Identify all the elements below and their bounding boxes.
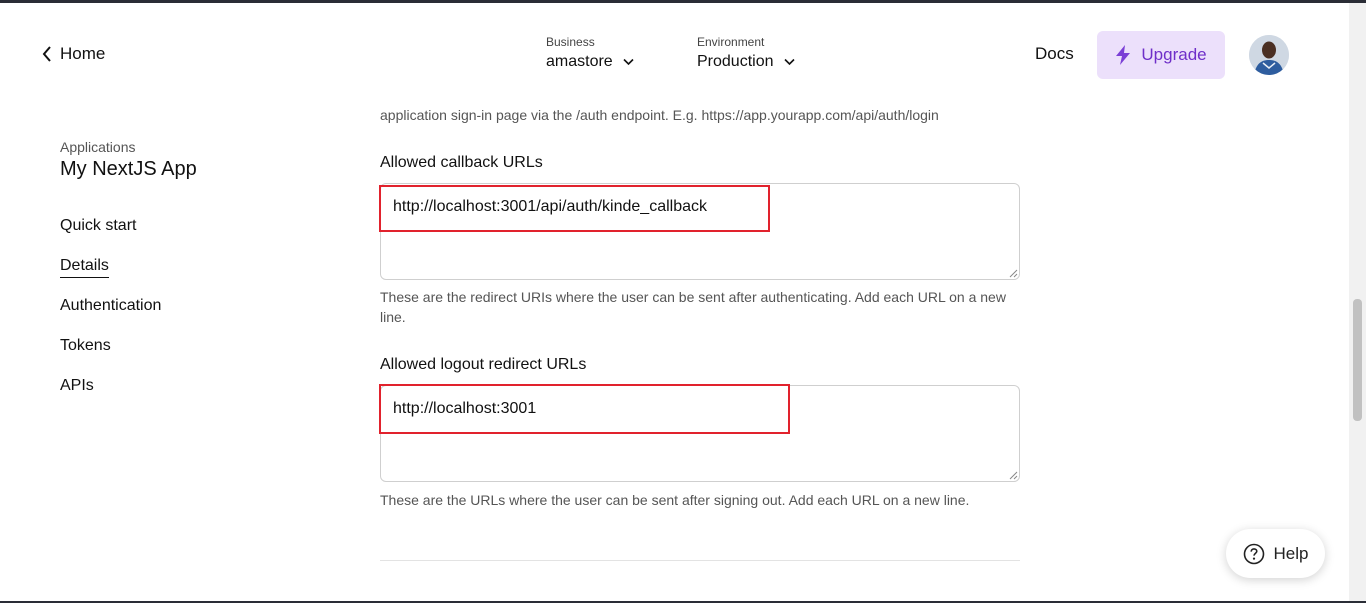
resize-grip-icon[interactable] xyxy=(1008,470,1018,480)
user-avatar[interactable] xyxy=(1249,35,1289,75)
logout-urls-textarea[interactable]: http://localhost:3001 xyxy=(380,385,1020,482)
section-divider xyxy=(380,560,1020,561)
business-value: amastore xyxy=(546,53,613,70)
logout-urls-value: http://localhost:3001 xyxy=(393,400,537,417)
resize-grip-icon[interactable] xyxy=(1008,268,1018,278)
logout-urls-help: These are the URLs where the user can be… xyxy=(380,492,970,508)
help-button[interactable]: Help xyxy=(1226,529,1325,578)
sidebar-item-authentication[interactable]: Authentication xyxy=(60,296,161,336)
callback-urls-help: These are the redirect URIs where the us… xyxy=(380,289,1006,325)
sidebar-item-label: Authentication xyxy=(60,297,162,314)
logout-urls-label: Allowed logout redirect URLs xyxy=(380,356,587,373)
sidebar-item-label: Tokens xyxy=(60,337,111,354)
sidebar-item-label: APIs xyxy=(60,377,94,394)
sidebar-nav: Quick start Details Authentication Token… xyxy=(60,216,161,416)
callback-urls-value: http://localhost:3001/api/auth/kinde_cal… xyxy=(393,198,707,215)
avatar-image xyxy=(1249,35,1289,75)
help-label: Help xyxy=(1273,543,1309,563)
chevron-left-icon xyxy=(42,46,51,62)
back-home-label: Home xyxy=(60,44,106,63)
page-scrollbar[interactable] xyxy=(1349,3,1366,601)
sidebar-item-details[interactable]: Details xyxy=(60,256,161,296)
callback-urls-textarea[interactable]: http://localhost:3001/api/auth/kinde_cal… xyxy=(380,183,1020,280)
sidebar-section-label: Applications xyxy=(60,139,136,155)
scrollbar-thumb[interactable] xyxy=(1353,299,1362,421)
sidebar-item-tokens[interactable]: Tokens xyxy=(60,336,161,376)
back-home-link[interactable]: Home xyxy=(42,44,105,64)
environment-switcher[interactable]: Environment Production xyxy=(697,35,795,71)
business-switcher[interactable]: Business amastore xyxy=(546,35,634,71)
upgrade-label: Upgrade xyxy=(1141,45,1207,64)
chevron-down-icon xyxy=(623,58,634,66)
environment-value: Production xyxy=(697,53,774,70)
lightning-icon xyxy=(1116,45,1131,65)
app-name: My NextJS App xyxy=(60,158,197,180)
intro-text: application sign-in page via the /auth e… xyxy=(380,107,939,123)
sidebar-item-quick-start[interactable]: Quick start xyxy=(60,216,161,256)
upgrade-button[interactable]: Upgrade xyxy=(1097,31,1225,79)
help-circle-icon xyxy=(1243,543,1264,564)
sidebar-item-label: Details xyxy=(60,257,109,278)
top-border xyxy=(0,0,1366,3)
sidebar-item-apis[interactable]: APIs xyxy=(60,376,161,416)
callback-urls-label: Allowed callback URLs xyxy=(380,154,543,171)
business-label: Business xyxy=(546,35,595,49)
docs-link[interactable]: Docs xyxy=(1035,44,1074,64)
environment-label: Environment xyxy=(697,35,765,49)
chevron-down-icon xyxy=(783,58,795,66)
sidebar-item-label: Quick start xyxy=(60,217,137,234)
